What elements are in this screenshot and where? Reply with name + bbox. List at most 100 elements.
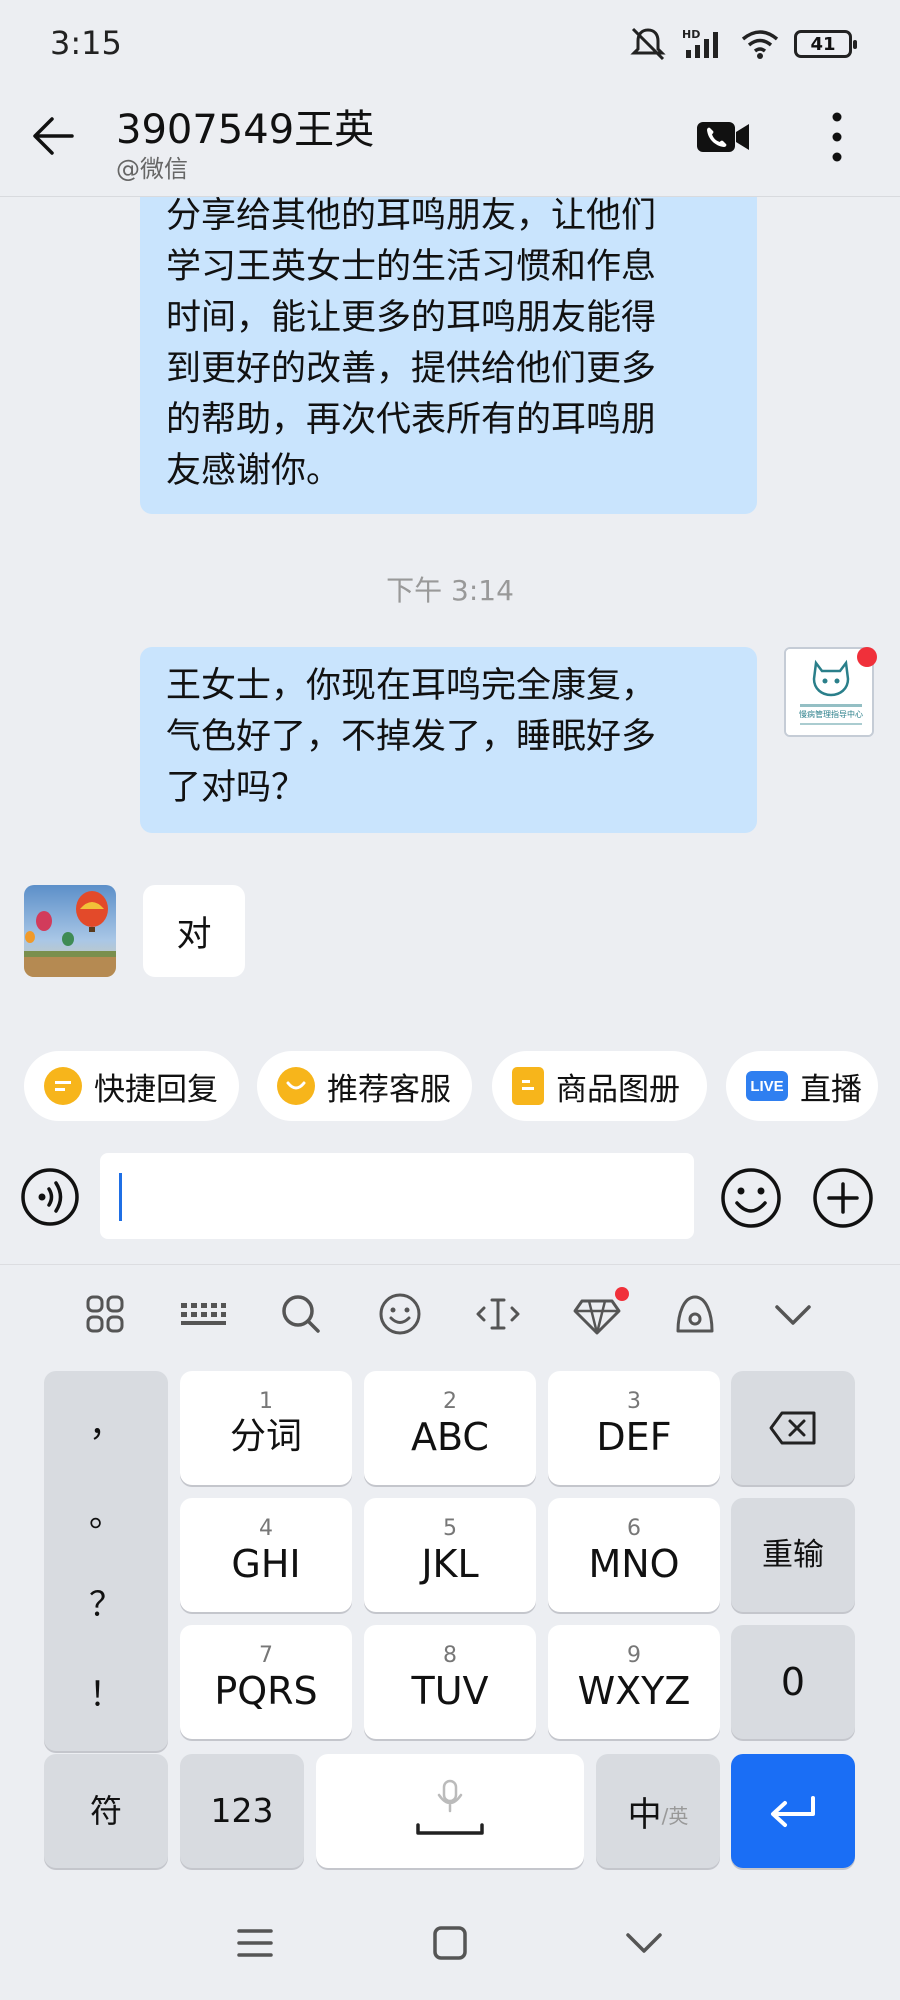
apps-grid-icon[interactable] (80, 1289, 130, 1339)
live-label: 直播 (800, 1071, 862, 1108)
microphone-space-icon (416, 1779, 484, 1835)
punctuation-column[interactable]: ， 。 ？ ！ (44, 1371, 168, 1751)
key-label: GHI (231, 1542, 301, 1586)
status-time: 3:15 (50, 24, 122, 62)
status-icons: HD 41 (628, 26, 857, 62)
message-bubble-incoming[interactable]: 对 (143, 885, 245, 977)
message-line: 到更好的改善，提供给他们更多 (166, 349, 657, 389)
backspace-icon (769, 1411, 816, 1445)
balloons-photo (24, 885, 116, 977)
key-label: JKL (421, 1542, 479, 1586)
key-7[interactable]: 7 PQRS (180, 1625, 352, 1739)
unread-badge (857, 647, 877, 667)
key-label: 0 (780, 1660, 806, 1704)
key-label: MNO (588, 1542, 680, 1586)
key-label: 分词 (229, 1416, 302, 1457)
message-line: 友感谢你。 (166, 451, 342, 491)
clinic-logo-text: 慢病管理指导中心 (799, 709, 863, 719)
quick-reply-label: 快捷回复 (94, 1071, 218, 1108)
live-icon: LIVE (746, 1071, 788, 1101)
symbol-label: 符 (89, 1792, 122, 1830)
live-icon-text: LIVE (750, 1077, 784, 1095)
message-input-bar (0, 1133, 900, 1265)
emoji-icon[interactable] (720, 1167, 782, 1229)
enter-key[interactable] (731, 1754, 855, 1868)
recommend-service-button[interactable]: 推荐客服 (257, 1051, 472, 1121)
key-1[interactable]: 1 分词 (180, 1371, 352, 1485)
backspace-key[interactable] (731, 1371, 855, 1485)
key-8[interactable]: 8 TUV (364, 1625, 536, 1739)
home-icon[interactable] (428, 1921, 472, 1965)
collapse-keyboard-icon[interactable] (768, 1289, 818, 1339)
punct-comma-key[interactable]: ， (44, 1397, 168, 1446)
battery-indicator: 41 (794, 30, 857, 58)
key-number: 6 (627, 1516, 641, 1541)
t9-keyboard: ， 。 ？ ！ 1 分词 2 ABC 3 DEF 4 GHI 5 JKL 6 M… (0, 1365, 900, 1885)
message-line: 了对吗？ (166, 768, 307, 808)
key-label: PQRS (214, 1669, 318, 1713)
avatar-contact[interactable] (24, 885, 116, 977)
key-label: WXYZ (577, 1669, 691, 1713)
key-label: DEF (596, 1415, 672, 1459)
number-mode-key[interactable]: 123 (180, 1754, 304, 1868)
chat-subtitle: @微信 (116, 155, 188, 183)
video-call-icon[interactable] (696, 119, 750, 155)
plus-icon[interactable] (812, 1167, 874, 1229)
back-arrow-icon[interactable] (30, 113, 76, 159)
number-mode-label: 123 (210, 1791, 274, 1830)
recommend-service-label: 推荐客服 (327, 1071, 451, 1108)
language-switch-key[interactable]: 中 /英 (596, 1754, 720, 1868)
reenter-key[interactable]: 重输 (731, 1498, 855, 1612)
key-number: 8 (443, 1643, 457, 1668)
emoji-panel-icon[interactable] (375, 1289, 425, 1339)
catalog-icon (512, 1067, 544, 1105)
key-number: 9 (627, 1643, 641, 1668)
message-line: 分享给其他的耳鸣朋友，让他们 (166, 197, 657, 236)
punct-period-key[interactable]: 。 (44, 1487, 168, 1536)
quick-reply-button[interactable]: 快捷回复 (24, 1051, 239, 1121)
live-button[interactable]: LIVE 直播 (726, 1051, 878, 1121)
reenter-label: 重输 (762, 1537, 824, 1573)
key-5[interactable]: 5 JKL (364, 1498, 536, 1612)
handwriting-icon[interactable] (670, 1289, 720, 1339)
search-icon[interactable] (276, 1289, 326, 1339)
status-bar: 3:15 HD 41 (0, 0, 900, 95)
wifi-icon (741, 30, 779, 59)
punct-question-key[interactable]: ？ (44, 1577, 168, 1626)
cursor-move-icon[interactable] (473, 1289, 523, 1339)
product-catalog-button[interactable]: 商品图册 (492, 1051, 707, 1121)
message-bubble-outgoing[interactable]: 分享给其他的耳鸣朋友，让他们 学习王英女士的生活习惯和作息 时间，能让更多的耳鸣… (140, 197, 757, 514)
key-6[interactable]: 6 MNO (548, 1498, 720, 1612)
chat-header: 3907549王英 @微信 (0, 95, 900, 197)
space-key[interactable] (316, 1754, 584, 1868)
key-number: 5 (443, 1516, 457, 1541)
key-0[interactable]: 0 (731, 1625, 855, 1739)
back-nav-icon[interactable] (622, 1921, 666, 1965)
message-bubble-outgoing[interactable]: 王女士，你现在耳鸣完全康复， 气色好了，不掉发了，睡眠好多 了对吗？ (140, 647, 757, 833)
message-line: 学习王英女士的生活习惯和作息 (166, 247, 657, 287)
message-input[interactable] (100, 1153, 694, 1239)
key-3[interactable]: 3 DEF (548, 1371, 720, 1485)
mute-icon (630, 27, 666, 61)
language-main-label: 中 (627, 1794, 662, 1835)
key-4[interactable]: 4 GHI (180, 1498, 352, 1612)
keyboard-icon[interactable] (178, 1289, 228, 1339)
key-number: 7 (259, 1643, 273, 1668)
key-9[interactable]: 9 WXYZ (548, 1625, 720, 1739)
punct-exclaim-key[interactable]: ！ (44, 1667, 168, 1716)
quick-actions-bar: 快捷回复 推荐客服 商品图册 LIVE 直播 (0, 1023, 900, 1133)
key-number: 2 (443, 1389, 457, 1414)
more-options-icon[interactable] (822, 111, 852, 163)
message-line: 气色好了，不掉发了，睡眠好多 (166, 717, 657, 757)
voice-input-icon[interactable] (20, 1167, 80, 1227)
chat-title: 3907549王英 (116, 107, 375, 153)
message-timestamp: 下午 3:14 (386, 574, 514, 607)
navigation-bar (0, 1885, 900, 2000)
symbol-key[interactable]: 符 (44, 1754, 168, 1868)
text-caret (119, 1173, 122, 1221)
key-number: 1 (259, 1389, 273, 1414)
message-line: 时间，能让更多的耳鸣朋友能得 (166, 298, 657, 338)
key-number: 3 (627, 1389, 641, 1414)
menu-icon[interactable] (233, 1921, 277, 1965)
key-2[interactable]: 2 ABC (364, 1371, 536, 1485)
